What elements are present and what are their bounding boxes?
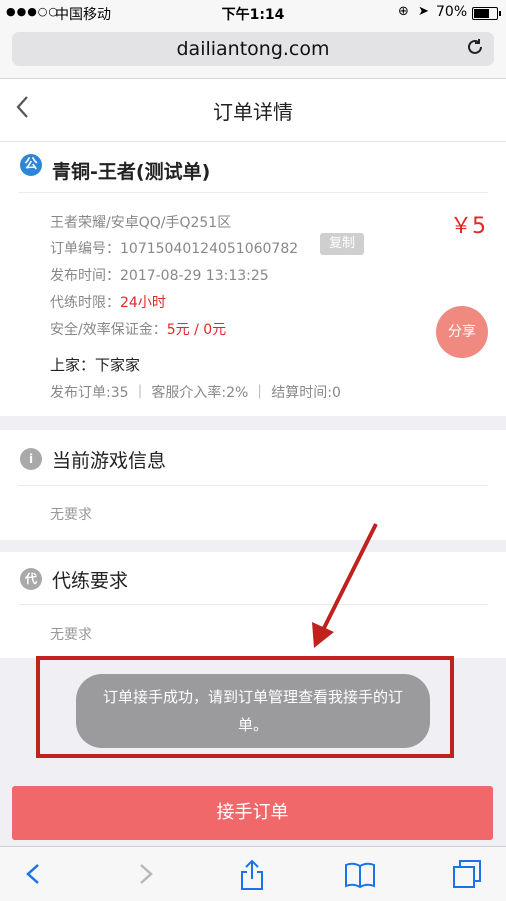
boss-label: 上家： [50,356,96,374]
url-text: dailiantong.com [176,38,330,60]
order-price: ￥5 [450,214,486,239]
deposit-label: 安全/效率保证金： [50,322,167,338]
requirements-section: 代 代练要求 无要求 [0,552,506,658]
browser-address-area: dailiantong.com [0,26,506,79]
order-card: 公 青铜-王者(测试单) 王者荣耀/安卓QQ/手Q251区 ￥5 订单编号：10… [0,142,506,416]
accept-order-button[interactable]: 接手订单 [12,786,493,840]
order-number-row: 订单编号：10715040124051060782 [50,238,298,258]
location-icon: ➤ [418,4,429,19]
battery-percent: 70% [436,4,468,20]
order-number: 10715040124051060782 [120,241,299,257]
boss-name: 下家家 [95,356,141,374]
duration-row: 代练时限：24小时 [50,292,166,312]
url-bar[interactable]: dailiantong.com [12,32,494,66]
boss-row: 上家：下家家 [50,354,140,375]
deposit-value: 5元 / 0元 [166,322,227,338]
duration-label: 代练时限： [50,295,120,311]
deposit-row: 安全/效率保证金：5元 / 0元 [50,319,226,339]
chevron-right-icon[interactable] [128,857,164,891]
section-title-game-info: 当前游戏信息 [52,450,167,472]
battery-icon [472,7,501,20]
boss-stats: 发布订单:35 ｜ 客服介入率:2% ｜ 结算时间:0 [50,385,341,401]
book-icon[interactable] [342,857,378,891]
chevron-left-icon[interactable] [16,857,52,891]
section-title-requirements: 代练要求 [52,570,129,592]
annotation-highlight-box [36,656,454,758]
share-button[interactable]: 分享 [436,306,488,358]
publish-time-row: 发布时间：2017-08-29 13:13:25 [50,265,269,285]
publish-time-label: 发布时间： [50,268,120,284]
page-title: 订单详情 [213,100,293,124]
copy-button[interactable]: 复制 [320,233,364,255]
reload-icon[interactable] [466,38,484,61]
status-bar: ●●●○○ 中国移动 下午1:14 ⊕ ➤ 70% [0,0,506,26]
divider [18,485,488,486]
share-icon[interactable] [234,857,270,891]
order-number-label: 订单编号： [50,241,120,257]
game-info-section: i 当前游戏信息 无要求 [0,430,506,540]
game-info-body: 无要求 [50,507,92,523]
duration-value: 24小时 [120,295,166,311]
order-title: 青铜-王者(测试单) [52,161,211,183]
orientation-lock-icon: ⊕ [398,4,409,19]
requirements-body: 无要求 [50,627,92,643]
daili-icon: 代 [20,568,42,590]
browser-toolbar [0,846,506,901]
app-header: 订单详情 [0,79,506,142]
status-time: 下午1:14 [221,7,285,23]
game-info: 王者荣耀/安卓QQ/手Q251区 [50,215,232,231]
tabs-icon[interactable] [450,857,486,891]
public-badge-icon: 公 [20,154,42,176]
divider [18,604,488,605]
publish-time: 2017-08-29 13:13:25 [120,268,269,284]
divider [18,192,488,193]
info-icon: i [20,448,42,470]
